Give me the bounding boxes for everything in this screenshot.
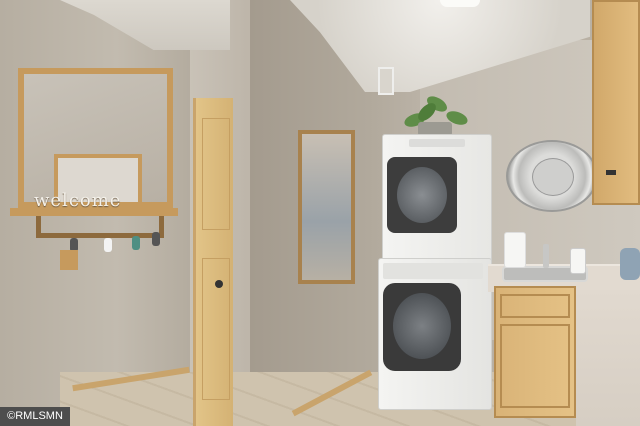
ceiling-light [440,0,480,7]
hand-towel [620,248,640,280]
washing-machine[interactable] [378,258,492,410]
cabinet-handle[interactable] [606,170,616,175]
faucet[interactable] [543,244,549,268]
door-panel [202,118,230,230]
key-hook [104,238,112,252]
upper-cabinet[interactable] [592,0,640,205]
door-knob[interactable] [215,280,223,288]
wooden-door[interactable] [193,98,233,426]
counter-side [576,290,640,426]
shelf-bracket [36,216,164,238]
watermark: ©RMLSMN [0,407,70,426]
clock-face [532,158,574,196]
cabinet-drawer[interactable] [500,294,570,318]
wall-mirror-left [18,68,173,208]
lower-cabinet[interactable] [494,286,576,418]
air-vent [378,67,394,95]
soap-dispenser [570,248,586,274]
dryer-drum [397,167,447,223]
dryer-door[interactable] [387,157,457,233]
welcome-sign: welcome [34,190,122,211]
washer-door[interactable] [383,283,461,371]
washer-drum [393,293,451,359]
door-panel [202,258,230,400]
washer-control-panel [383,263,483,279]
wall-mirror-center [298,130,355,284]
key-hook [152,232,160,246]
wall-clock [506,140,598,212]
key-tag [60,250,78,270]
paper-towel-roll [504,232,526,268]
key-hook [132,236,140,250]
dryer[interactable] [382,134,492,268]
dryer-control-panel [409,139,465,147]
cabinet-door[interactable] [500,324,570,408]
